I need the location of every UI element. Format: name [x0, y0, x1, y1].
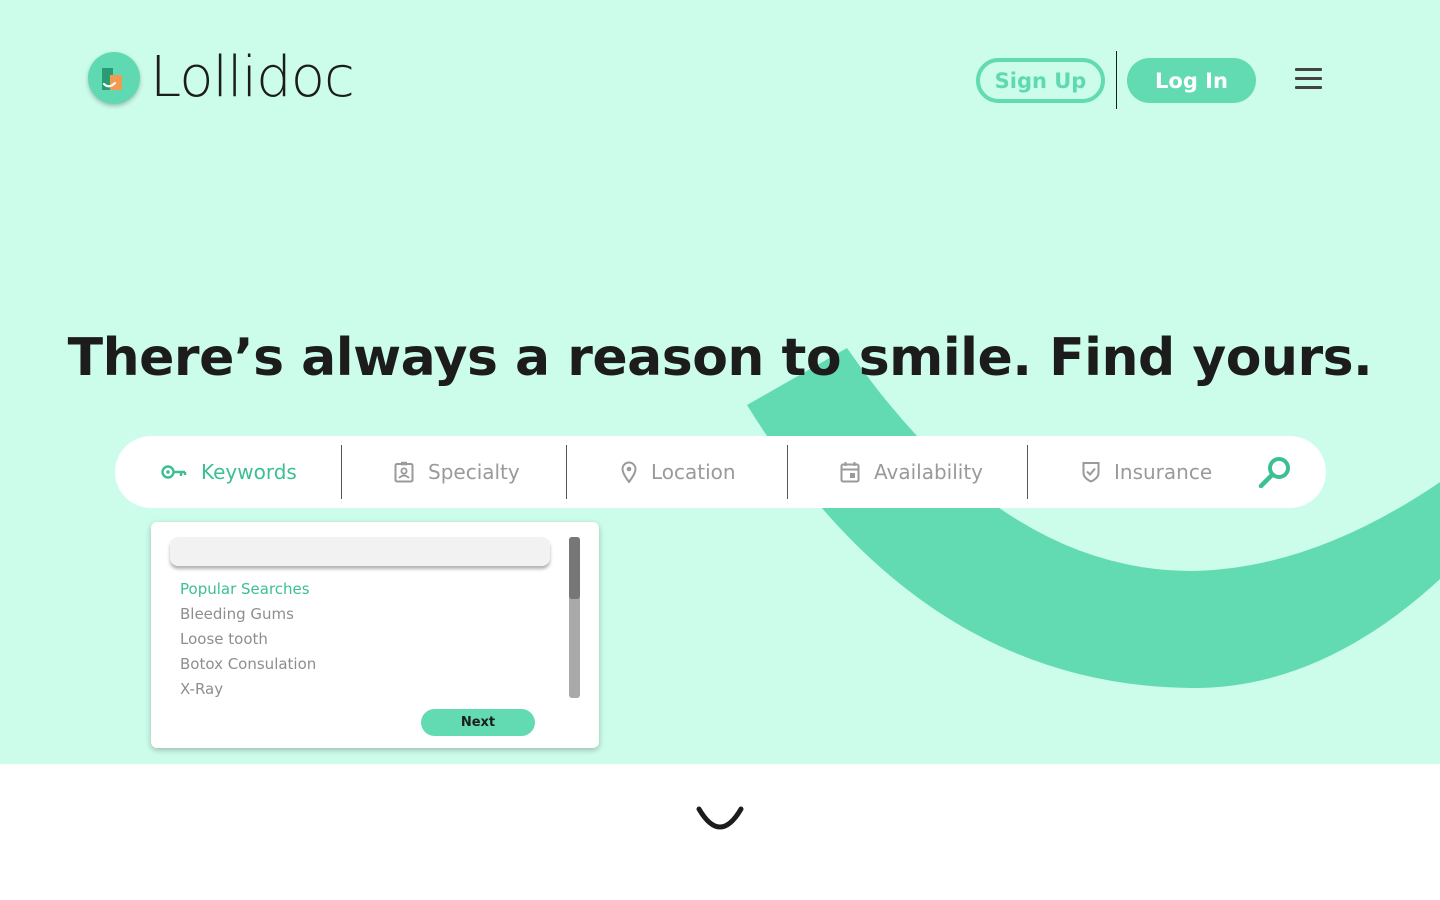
search-field-label: Specialty — [428, 460, 520, 484]
search-field-keywords[interactable]: Keywords — [161, 436, 297, 508]
shield-check-icon — [1082, 461, 1100, 483]
sign-up-button[interactable]: Sign Up — [976, 58, 1105, 103]
search-field-location[interactable]: Location — [621, 436, 736, 508]
search-bar: Keywords Specialty Location Availability… — [115, 436, 1326, 508]
calendar-icon — [840, 461, 860, 483]
list-item[interactable]: X-Ray — [180, 677, 316, 702]
map-pin-icon — [621, 461, 637, 483]
keywords-dropdown: Popular Searches Bleeding Gums Loose too… — [151, 522, 599, 748]
logo-wordmark: Lollidoc — [150, 45, 355, 110]
header-divider — [1116, 51, 1117, 109]
hero-section: Lollidoc Sign Up Log In There’s always a… — [0, 0, 1440, 764]
logo[interactable]: Lollidoc — [88, 45, 355, 110]
search-separator — [1027, 445, 1028, 499]
search-field-label: Keywords — [201, 460, 297, 484]
list-item[interactable]: Bleeding Gums — [180, 602, 316, 627]
search-separator — [566, 445, 567, 499]
key-icon — [161, 464, 187, 480]
next-button[interactable]: Next — [421, 709, 535, 736]
dropdown-scrollbar[interactable] — [569, 537, 580, 698]
log-in-button[interactable]: Log In — [1127, 58, 1256, 103]
scrollbar-thumb[interactable] — [569, 537, 580, 599]
search-field-label: Insurance — [1114, 460, 1213, 484]
search-field-label: Availability — [874, 460, 984, 484]
smile-icon — [694, 805, 746, 837]
keyword-search-input[interactable] — [170, 537, 550, 566]
popular-searches-list: Popular Searches Bleeding Gums Loose too… — [180, 577, 316, 702]
popular-searches-heading: Popular Searches — [180, 580, 310, 598]
search-separator — [787, 445, 788, 499]
hamburger-icon[interactable] — [1295, 68, 1322, 90]
id-badge-icon — [394, 461, 414, 483]
search-field-label: Location — [651, 460, 736, 484]
search-field-insurance[interactable]: Insurance — [1082, 436, 1212, 508]
hero-headline: There’s always a reason to smile. Find y… — [67, 328, 1373, 388]
list-item[interactable]: Botox Consulation — [180, 652, 316, 677]
list-item[interactable]: Loose tooth — [180, 627, 316, 652]
search-field-specialty[interactable]: Specialty — [394, 436, 520, 508]
search-separator — [341, 445, 342, 499]
search-icon[interactable] — [1258, 456, 1292, 489]
search-field-availability[interactable]: Availability — [840, 436, 983, 508]
logo-badge-icon — [88, 52, 140, 104]
